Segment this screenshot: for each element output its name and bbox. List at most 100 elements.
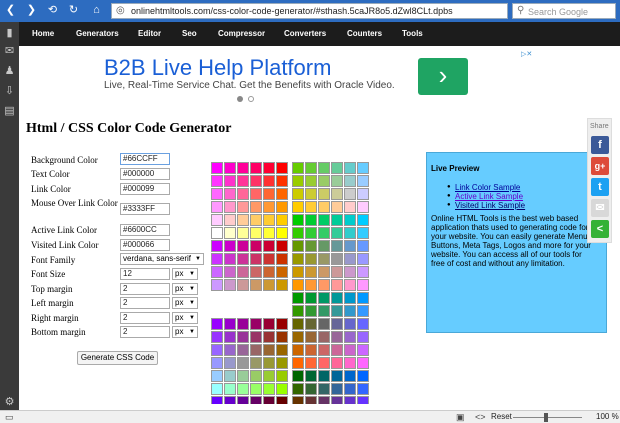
color-swatch[interactable] <box>276 331 288 343</box>
color-swatch[interactable] <box>318 175 330 187</box>
color-swatch[interactable] <box>276 188 288 200</box>
settings-icon[interactable]: ⚙ <box>3 396 16 408</box>
color-swatch[interactable] <box>211 357 223 369</box>
color-swatch[interactable] <box>305 188 317 200</box>
top-margin-unit-select[interactable]: px ▼ <box>172 283 198 295</box>
color-swatch[interactable] <box>292 331 304 343</box>
color-swatch[interactable] <box>250 162 262 174</box>
color-swatch[interactable] <box>305 214 317 226</box>
color-swatch[interactable] <box>318 344 330 356</box>
color-swatch[interactable] <box>224 370 236 382</box>
color-swatch[interactable] <box>263 396 275 404</box>
left-margin-unit-select[interactable]: px ▼ <box>172 297 198 309</box>
color-swatch[interactable] <box>250 253 262 265</box>
color-swatch[interactable] <box>331 266 343 278</box>
email-icon[interactable]: ✉ <box>591 199 609 217</box>
color-swatch[interactable] <box>357 162 369 174</box>
visited-link-color-field[interactable]: #000066 <box>120 239 170 251</box>
color-swatch[interactable] <box>263 331 275 343</box>
color-swatch[interactable] <box>305 357 317 369</box>
color-swatch[interactable] <box>305 266 317 278</box>
color-swatch[interactable] <box>292 396 304 404</box>
color-swatch[interactable] <box>305 344 317 356</box>
color-swatch[interactable] <box>237 357 249 369</box>
color-swatch[interactable] <box>331 240 343 252</box>
nav-converters[interactable]: Converters <box>284 29 326 38</box>
color-swatch[interactable] <box>237 331 249 343</box>
color-swatch[interactable] <box>276 383 288 395</box>
color-swatch[interactable] <box>263 175 275 187</box>
color-swatch[interactable] <box>211 383 223 395</box>
color-swatch[interactable] <box>263 227 275 239</box>
color-swatch[interactable] <box>250 227 262 239</box>
font-size-field[interactable]: 12 <box>120 268 170 280</box>
color-swatch[interactable] <box>331 201 343 213</box>
color-swatch[interactable] <box>224 279 236 291</box>
active-link-color-field[interactable]: #6600CC <box>120 224 170 236</box>
link-color-sample[interactable]: Link Color Sample <box>455 183 520 192</box>
color-swatch[interactable] <box>224 318 236 330</box>
sharethis-icon[interactable]: < <box>591 220 609 238</box>
color-swatch[interactable] <box>357 279 369 291</box>
color-swatch[interactable] <box>211 201 223 213</box>
color-swatch[interactable] <box>305 201 317 213</box>
color-swatch[interactable] <box>357 292 369 304</box>
color-swatch[interactable] <box>344 344 356 356</box>
color-swatch[interactable] <box>211 266 223 278</box>
color-swatch[interactable] <box>331 383 343 395</box>
color-swatch[interactable] <box>344 370 356 382</box>
color-swatch[interactable] <box>224 396 236 404</box>
color-swatch[interactable] <box>237 162 249 174</box>
color-swatch[interactable] <box>305 175 317 187</box>
color-swatch[interactable] <box>250 266 262 278</box>
color-swatch[interactable] <box>305 227 317 239</box>
color-swatch[interactable] <box>305 240 317 252</box>
color-swatch[interactable] <box>263 162 275 174</box>
color-swatch[interactable] <box>263 279 275 291</box>
font-size-unit-select[interactable]: px ▼ <box>172 268 198 280</box>
nav-generators[interactable]: Generators <box>76 29 119 38</box>
color-swatch[interactable] <box>305 370 317 382</box>
color-swatch[interactable] <box>276 396 288 404</box>
ad-dot-active[interactable] <box>237 96 243 102</box>
color-swatch[interactable] <box>224 162 236 174</box>
color-swatch[interactable] <box>344 357 356 369</box>
color-swatch[interactable] <box>276 227 288 239</box>
color-swatch[interactable] <box>224 253 236 265</box>
generate-css-button[interactable]: Generate CSS Code <box>77 351 158 365</box>
color-swatch[interactable] <box>318 162 330 174</box>
mouse-over-link-color-field[interactable]: #3333FF <box>120 203 170 215</box>
color-swatch[interactable] <box>292 357 304 369</box>
visited-link-sample[interactable]: Visited Link Sample <box>455 201 525 210</box>
color-swatch[interactable] <box>318 331 330 343</box>
color-swatch[interactable] <box>357 331 369 343</box>
color-swatch[interactable] <box>331 188 343 200</box>
color-swatch[interactable] <box>357 318 369 330</box>
color-swatch[interactable] <box>292 253 304 265</box>
color-swatch[interactable] <box>211 370 223 382</box>
color-swatch[interactable] <box>263 370 275 382</box>
color-swatch[interactable] <box>224 344 236 356</box>
twitter-icon[interactable]: t <box>591 178 609 196</box>
notes-icon[interactable]: ▤ <box>3 105 16 117</box>
color-swatch[interactable] <box>263 253 275 265</box>
color-swatch[interactable] <box>292 162 304 174</box>
color-swatch[interactable] <box>224 240 236 252</box>
color-swatch[interactable] <box>250 396 262 404</box>
color-swatch[interactable] <box>331 292 343 304</box>
color-swatch[interactable] <box>344 318 356 330</box>
color-swatch[interactable] <box>344 240 356 252</box>
color-swatch[interactable] <box>344 331 356 343</box>
contacts-icon[interactable]: ♟ <box>3 65 16 77</box>
color-swatch[interactable] <box>250 188 262 200</box>
color-swatch[interactable] <box>237 370 249 382</box>
color-swatch[interactable] <box>331 305 343 317</box>
back-arrow-icon[interactable]: ❮ <box>4 4 17 17</box>
color-swatch[interactable] <box>318 396 330 404</box>
color-swatch[interactable] <box>357 357 369 369</box>
color-swatch[interactable] <box>318 266 330 278</box>
ad-text[interactable]: Live, Real-Time Service Chat. Get the Be… <box>104 80 395 91</box>
color-swatch[interactable] <box>357 253 369 265</box>
refresh-icon[interactable]: ⟲ <box>46 4 59 17</box>
search-input[interactable] <box>528 5 614 18</box>
